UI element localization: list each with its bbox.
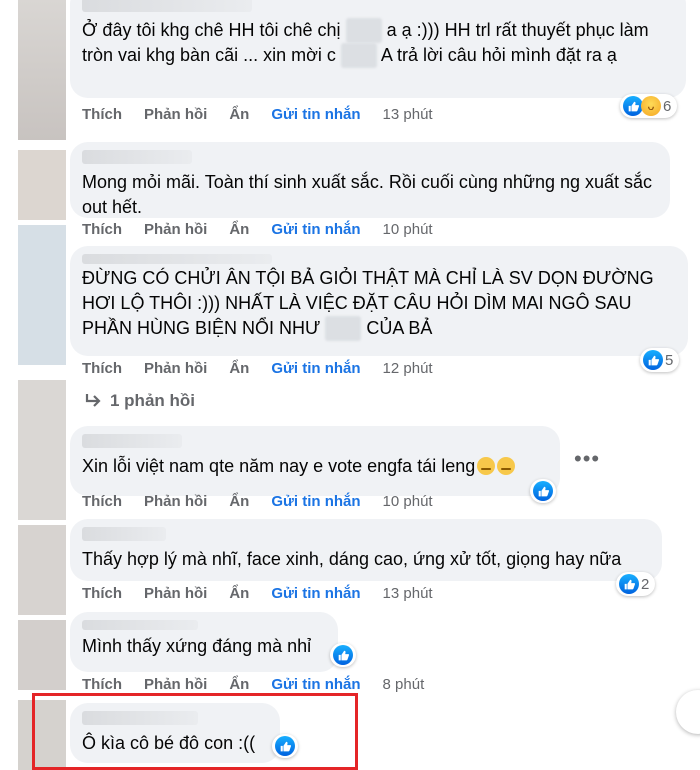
comment-author[interactable]: [82, 254, 272, 264]
replies-count: 1 phản hồi: [110, 391, 195, 410]
reply-button[interactable]: Phản hồi: [144, 360, 207, 377]
hide-button[interactable]: Ẩn: [229, 360, 249, 377]
hide-button[interactable]: Ẩn: [229, 585, 249, 602]
hide-button[interactable]: Ẩn: [229, 676, 249, 693]
send-message-button[interactable]: Gửi tin nhắn: [271, 360, 360, 377]
comment-text: ĐỪNG CÓ CHỬI ÂN TỘI BẢ GIỎI THẬT MÀ CHỈ …: [82, 266, 676, 341]
like-button[interactable]: Thích: [82, 676, 122, 693]
like-icon: [333, 645, 353, 665]
scroll-button[interactable]: [676, 690, 700, 734]
reply-button[interactable]: Phản hồi: [144, 585, 207, 602]
avatar[interactable]: [18, 0, 66, 140]
like-icon: [623, 96, 643, 116]
comment-actions: Thích Phản hồi Ẩn Gửi tin nhắn 13 phút: [82, 106, 455, 123]
like-icon: [533, 481, 553, 501]
comment-author[interactable]: [82, 527, 166, 541]
pensive-emoji-icon: [477, 457, 496, 475]
hide-button[interactable]: Ẩn: [229, 106, 249, 123]
like-button[interactable]: Thích: [82, 106, 122, 123]
send-message-button[interactable]: Gửi tin nhắn: [271, 221, 360, 238]
reply-arrow-icon: [85, 394, 101, 407]
avatar[interactable]: [18, 225, 66, 365]
comment-text: Thấy hợp lý mà nhĩ, face xinh, dáng cao,…: [82, 549, 622, 569]
comment-author[interactable]: [82, 150, 192, 164]
reaction-count: 6: [663, 97, 672, 115]
like-button[interactable]: Thích: [82, 493, 122, 510]
comment-actions: Thích Phản hồi Ẩn Gửi tin nhắn 8 phút: [82, 676, 446, 693]
avatar[interactable]: [18, 380, 66, 520]
like-button[interactable]: Thích: [82, 221, 122, 238]
comment-bubble: Mong mỏi mãi. Toàn thí sinh xuất sắc. Rồ…: [70, 142, 670, 218]
send-message-button[interactable]: Gửi tin nhắn: [271, 585, 360, 602]
more-options-icon[interactable]: •••: [574, 446, 600, 472]
comment-bubble: ĐỪNG CÓ CHỬI ÂN TỘI BẢ GIỎI THẬT MÀ CHỈ …: [70, 246, 688, 356]
comment-actions: Thích Phản hồi Ẩn Gửi tin nhắn 12 phút: [82, 360, 455, 377]
reply-button[interactable]: Phản hồi: [144, 221, 207, 238]
reaction-summary[interactable]: [330, 643, 356, 667]
comment-bubble: Xin lỗi việt nam qte năm nay e vote engf…: [70, 426, 560, 496]
send-message-button[interactable]: Gửi tin nhắn: [271, 106, 360, 123]
pensive-emoji-icon: [497, 457, 516, 475]
comment-time[interactable]: 8 phút: [383, 676, 425, 693]
comment-author[interactable]: [82, 434, 182, 448]
reply-button[interactable]: Phản hồi: [144, 676, 207, 693]
hide-button[interactable]: Ẩn: [229, 221, 249, 238]
reaction-summary[interactable]: [530, 479, 556, 503]
comment-time[interactable]: 10 phút: [383, 493, 433, 510]
comment-text: Mong mỏi mãi. Toàn thí sinh xuất sắc. Rồ…: [82, 172, 658, 217]
avatar[interactable]: [18, 525, 66, 615]
avatar[interactable]: [18, 150, 66, 220]
comment-author[interactable]: [82, 620, 198, 630]
comment-actions: Thích Phản hồi Ẩn Gửi tin nhắn 10 phút: [82, 493, 455, 510]
haha-icon: ᴗ: [641, 96, 661, 116]
comment-actions: Thích Phản hồi Ẩn Gửi tin nhắn 10 phút: [82, 221, 455, 238]
highlight-box: [32, 693, 358, 770]
avatar[interactable]: [18, 620, 66, 690]
avatar-column: [0, 0, 70, 770]
comment-time[interactable]: 10 phút: [383, 221, 433, 238]
like-button[interactable]: Thích: [82, 360, 122, 377]
like-button[interactable]: Thích: [82, 585, 122, 602]
comment-time[interactable]: 13 phút: [383, 106, 433, 123]
comment-time[interactable]: 13 phút: [383, 585, 433, 602]
comment-author[interactable]: [82, 0, 252, 12]
like-icon: [619, 574, 639, 594]
like-icon: [643, 350, 663, 370]
view-replies-link[interactable]: 1 phản hồi: [84, 391, 195, 411]
reaction-count: 2: [641, 575, 650, 593]
reaction-summary[interactable]: ᴗ 6: [620, 94, 678, 118]
comment-bubble: Thấy hợp lý mà nhĩ, face xinh, dáng cao,…: [70, 519, 662, 581]
comment-text: Ở đây tôi khg chê HH tôi chê chị xxxx a …: [82, 18, 674, 68]
reply-button[interactable]: Phản hồi: [144, 493, 207, 510]
send-message-button[interactable]: Gửi tin nhắn: [271, 493, 360, 510]
reaction-summary[interactable]: 5: [640, 348, 680, 372]
comment-actions: Thích Phản hồi Ẩn Gửi tin nhắn 13 phút: [82, 585, 455, 602]
hide-button[interactable]: Ẩn: [229, 493, 249, 510]
comment-bubble: Ở đây tôi khg chê HH tôi chê chị xxxx a …: [70, 0, 686, 98]
comment-time[interactable]: 12 phút: [383, 360, 433, 377]
comment-text: Mình thấy xứng đáng mà nhỉ: [82, 636, 312, 656]
comment-text: Xin lỗi việt nam qte năm nay e vote engf…: [82, 454, 548, 479]
reply-button[interactable]: Phản hồi: [144, 106, 207, 123]
reaction-summary[interactable]: 2: [616, 572, 656, 596]
reaction-count: 5: [665, 351, 674, 369]
comment-bubble: Mình thấy xứng đáng mà nhỉ: [70, 612, 338, 672]
send-message-button[interactable]: Gửi tin nhắn: [271, 676, 360, 693]
